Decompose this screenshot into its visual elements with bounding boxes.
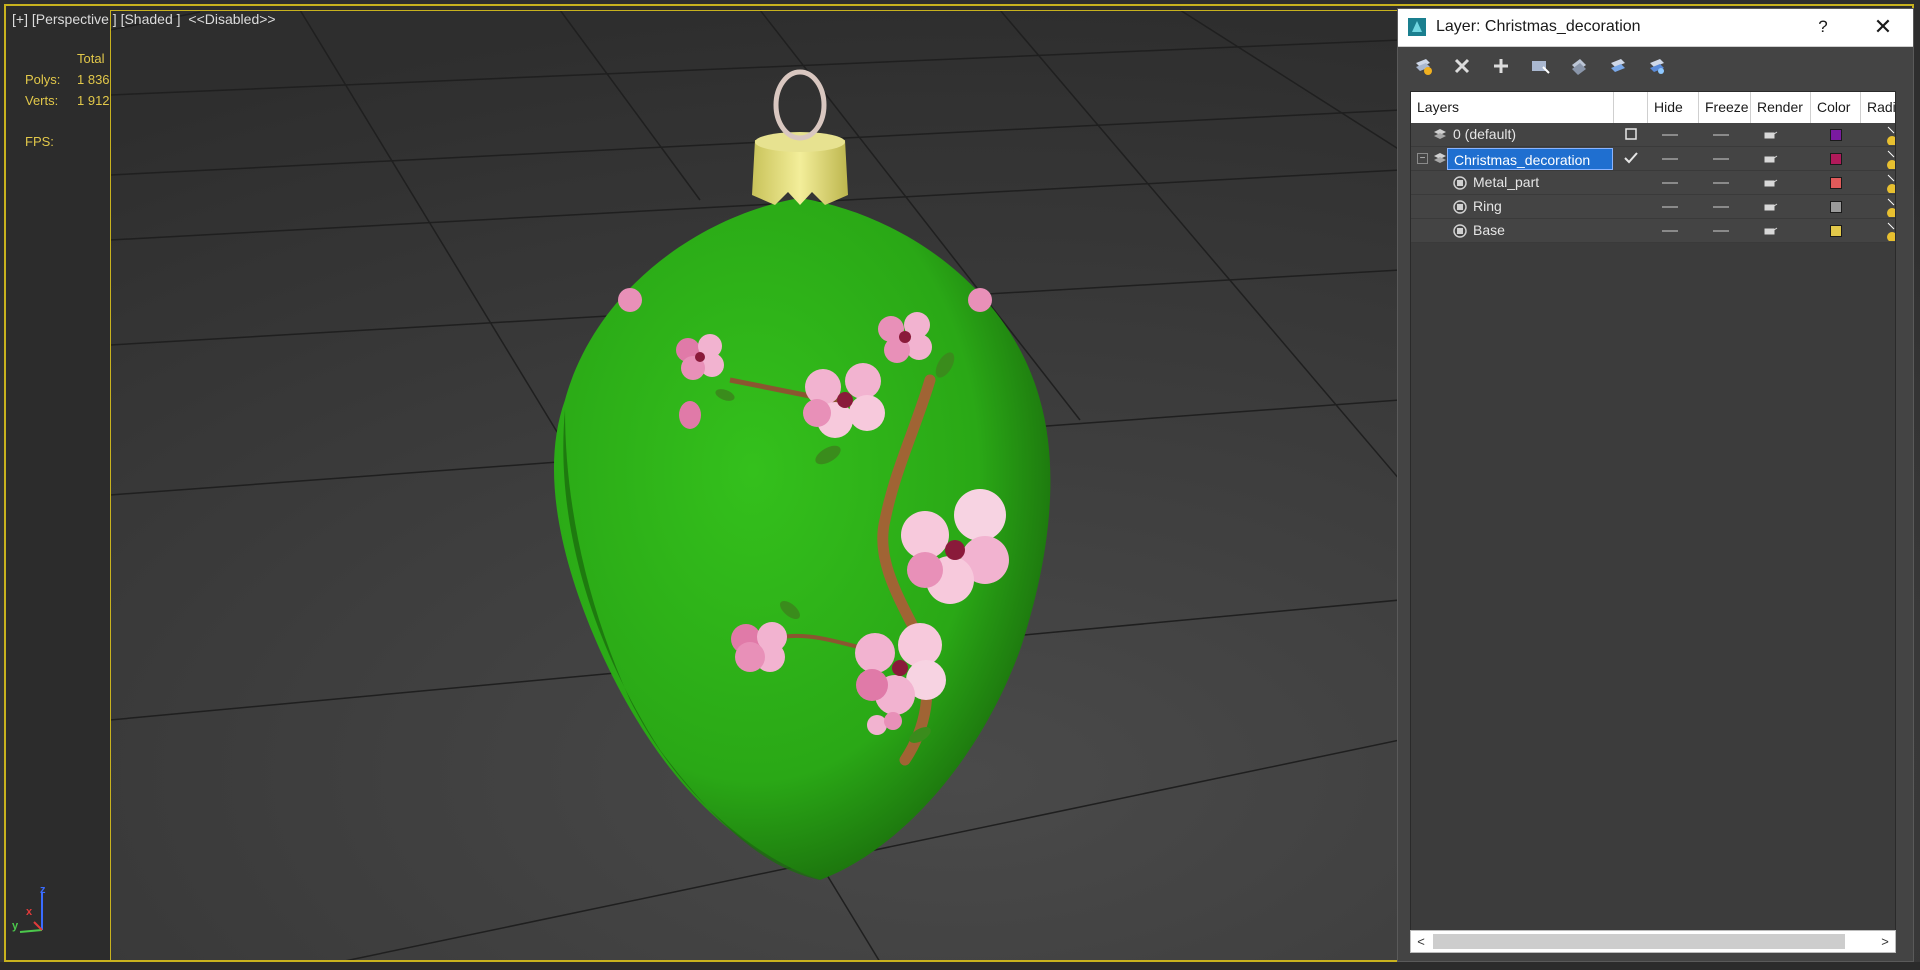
- app-logo-icon: [1408, 18, 1426, 36]
- stats-verts-label: Verts:: [25, 93, 59, 108]
- table-row[interactable]: − Christmas_decoration: [1411, 147, 1896, 171]
- object-color-swatch[interactable]: [1830, 225, 1842, 237]
- column-color[interactable]: Color: [1811, 92, 1861, 123]
- render-teapot-icon[interactable]: [1762, 151, 1778, 165]
- freeze-toggle[interactable]: [1713, 182, 1729, 184]
- column-layers[interactable]: Layers: [1411, 92, 1614, 123]
- radiosity-icon[interactable]: [1882, 197, 1896, 217]
- hide-toggle[interactable]: [1662, 182, 1678, 184]
- add-to-layer-icon: [1493, 58, 1508, 73]
- radiosity-icon[interactable]: [1882, 221, 1896, 241]
- table-row[interactable]: Ring: [1411, 195, 1896, 219]
- hide-all-layers-button[interactable]: [1603, 51, 1632, 80]
- hide-toggle[interactable]: [1662, 206, 1678, 208]
- radiosity-icon[interactable]: [1882, 149, 1896, 169]
- object-teapot-icon: [1453, 200, 1467, 214]
- dialog-title: Layer: Christmas_decoration: [1436, 18, 1641, 35]
- scroll-left-arrow[interactable]: <: [1411, 931, 1431, 952]
- table-row[interactable]: Metal_part: [1411, 171, 1896, 195]
- hide-toggle[interactable]: [1662, 134, 1678, 136]
- freeze-toggle[interactable]: [1713, 158, 1729, 160]
- column-radiosity[interactable]: Radio: [1861, 92, 1895, 123]
- layer-name[interactable]: 0 (default): [1453, 123, 1516, 145]
- viewport-menu-button[interactable]: [+]: [12, 11, 28, 27]
- layer-name[interactable]: Christmas_decoration: [1447, 148, 1613, 170]
- column-hide[interactable]: Hide: [1648, 92, 1699, 123]
- column-active[interactable]: [1614, 92, 1648, 123]
- stats-verts-value: 1 912: [77, 93, 110, 108]
- object-teapot-icon: [1453, 224, 1467, 238]
- column-render[interactable]: Render: [1751, 92, 1811, 123]
- app-window: [+] [Perspective ] [Shaded ] <<Disabled>…: [0, 0, 1920, 970]
- stats-panel-bg: [6, 6, 110, 962]
- create-new-layer-button[interactable]: [1408, 51, 1437, 80]
- object-name[interactable]: Ring: [1473, 195, 1502, 217]
- table-row[interactable]: Base: [1411, 219, 1896, 243]
- stats-total-label: Total: [77, 51, 105, 66]
- viewport-status[interactable]: <<Disabled>>: [188, 11, 275, 27]
- active-layer-check-icon[interactable]: [1624, 151, 1638, 165]
- column-freeze[interactable]: Freeze: [1699, 92, 1751, 123]
- layer-icon: [1434, 129, 1446, 139]
- freeze-all-layers-icon: [1649, 58, 1664, 74]
- select-objects-button[interactable]: [1525, 51, 1554, 80]
- delete-layer-button[interactable]: [1447, 51, 1476, 80]
- freeze-toggle[interactable]: [1713, 230, 1729, 232]
- radiosity-icon[interactable]: [1882, 125, 1896, 145]
- hide-toggle[interactable]: [1662, 158, 1678, 160]
- view-type-menu[interactable]: [Perspective ]: [32, 11, 117, 27]
- layer-explorer-dialog: Layer: Christmas_decoration ? ✕ Layers H…: [1397, 8, 1914, 962]
- stats-fps-label: FPS:: [25, 134, 54, 149]
- axis-x-label: x: [26, 906, 33, 918]
- horizontal-scrollbar[interactable]: < >: [1410, 930, 1896, 953]
- hide-all-layers-icon: [1610, 58, 1625, 72]
- add-to-layer-button[interactable]: [1486, 51, 1515, 80]
- highlight-layer-button[interactable]: [1564, 51, 1593, 80]
- hide-toggle[interactable]: [1662, 230, 1678, 232]
- delete-layer-icon: [1454, 58, 1469, 73]
- object-color-swatch[interactable]: [1830, 177, 1842, 189]
- radiosity-icon[interactable]: [1882, 173, 1896, 193]
- render-teapot-icon[interactable]: [1762, 127, 1778, 141]
- freeze-toggle[interactable]: [1713, 134, 1729, 136]
- axis-y-label: y: [12, 920, 19, 932]
- object-name[interactable]: Base: [1473, 219, 1505, 241]
- layer-color-swatch[interactable]: [1830, 153, 1842, 165]
- stats-polys-value: 1 836: [77, 72, 110, 87]
- freeze-toggle[interactable]: [1713, 206, 1729, 208]
- layers-table: Layers Hide Freeze Render Color Radio 0 …: [1410, 91, 1896, 931]
- layer-toolbar: [1408, 51, 1671, 81]
- object-teapot-icon: [1453, 176, 1467, 190]
- dialog-title-bar[interactable]: Layer: Christmas_decoration ? ✕: [1398, 9, 1913, 47]
- create-new-layer-icon: [1415, 58, 1432, 75]
- viewport-label: [+] [Perspective ] [Shaded ] <<Disabled>…: [12, 11, 276, 27]
- shading-menu[interactable]: [Shaded ]: [121, 11, 181, 27]
- scroll-right-arrow[interactable]: >: [1875, 931, 1895, 952]
- render-teapot-icon[interactable]: [1762, 175, 1778, 189]
- stats-polys-label: Polys:: [25, 72, 61, 87]
- table-header: Layers Hide Freeze Render Color Radio: [1411, 92, 1895, 124]
- axis-z-label: z: [40, 884, 46, 896]
- freeze-all-layers-button[interactable]: [1642, 51, 1671, 80]
- object-name[interactable]: Metal_part: [1473, 171, 1539, 193]
- collapse-toggle[interactable]: −: [1417, 153, 1428, 164]
- highlight-layer-icon: [1571, 58, 1586, 75]
- help-button[interactable]: ?: [1808, 14, 1838, 40]
- render-teapot-icon[interactable]: [1762, 199, 1778, 213]
- close-button[interactable]: ✕: [1868, 12, 1898, 42]
- select-objects-icon: [1531, 60, 1550, 74]
- table-row[interactable]: 0 (default): [1411, 123, 1896, 147]
- active-layer-box-icon[interactable]: [1624, 127, 1638, 141]
- object-color-swatch[interactable]: [1830, 201, 1842, 213]
- layer-color-swatch[interactable]: [1830, 129, 1842, 141]
- bottom-strip: [0, 962, 1920, 970]
- layer-icon: [1434, 153, 1446, 163]
- scroll-thumb[interactable]: [1433, 934, 1845, 949]
- render-teapot-icon[interactable]: [1762, 223, 1778, 237]
